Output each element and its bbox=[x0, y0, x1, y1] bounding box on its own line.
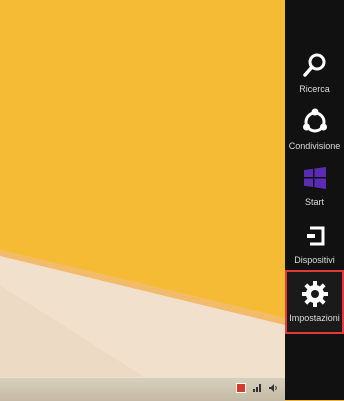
system-tray bbox=[235, 382, 279, 394]
devices-icon bbox=[300, 221, 330, 251]
windows-logo-icon bbox=[300, 163, 330, 193]
charm-label: Impostazioni bbox=[289, 313, 340, 323]
charm-devices[interactable]: Dispositivi bbox=[285, 212, 344, 276]
search-icon bbox=[300, 50, 330, 80]
gear-icon bbox=[300, 279, 330, 309]
network-icon[interactable] bbox=[251, 382, 263, 394]
charm-settings[interactable]: Impostazioni bbox=[285, 270, 344, 334]
wallpaper-shapes bbox=[0, 0, 285, 400]
taskbar bbox=[0, 377, 285, 401]
charm-label: Condivisione bbox=[288, 141, 341, 151]
charm-share[interactable]: Condivisione bbox=[285, 98, 344, 162]
charm-search[interactable]: Ricerca bbox=[285, 41, 344, 105]
notification-flag-icon[interactable] bbox=[235, 382, 247, 394]
charm-label: Ricerca bbox=[299, 84, 330, 94]
share-icon bbox=[300, 107, 330, 137]
charms-bar: Ricerca Condivisione Start Dispositivi I… bbox=[285, 0, 344, 400]
volume-icon[interactable] bbox=[267, 382, 279, 394]
charm-start[interactable]: Start bbox=[285, 154, 344, 218]
desktop-background bbox=[0, 0, 285, 400]
charm-label: Dispositivi bbox=[294, 255, 335, 265]
charm-label: Start bbox=[304, 197, 324, 207]
